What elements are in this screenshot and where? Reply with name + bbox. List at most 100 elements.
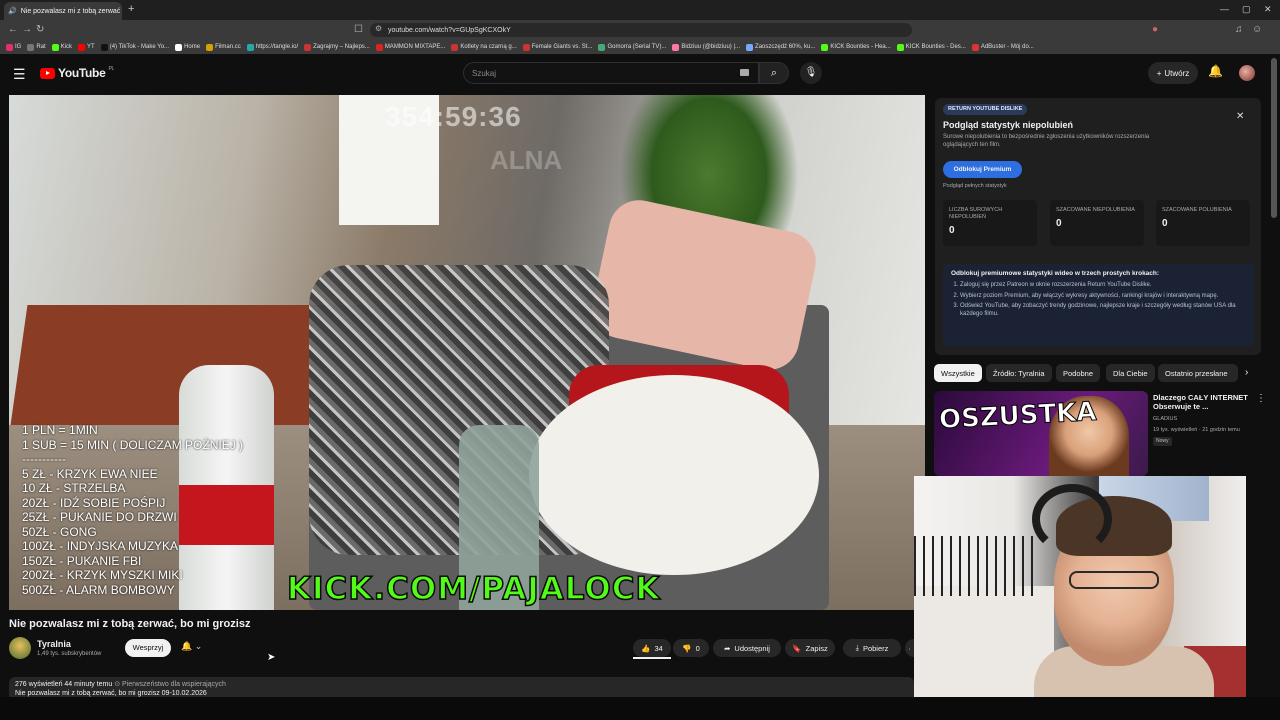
support-button[interactable]: Wesprzyj xyxy=(125,639,171,657)
recommended-channel[interactable]: GLADIUS xyxy=(1153,416,1177,422)
bell-icon: 🔔 xyxy=(181,641,193,651)
channel-name[interactable]: Tyralnia xyxy=(37,639,71,649)
share-label: Udostępnij xyxy=(734,643,770,653)
bookmark-item[interactable]: Zaoszczędź 60%, ku... xyxy=(746,43,815,51)
bookmark-label: Bidziuu (@bidziuu) |... xyxy=(681,44,741,50)
more-vert-icon[interactable]: ⋮ xyxy=(1256,393,1266,404)
browser-tab[interactable]: 🔊 Nie pozwalasz mi z tobą zerwać ✕ xyxy=(4,2,122,20)
bookmark-page-icon[interactable]: ☐ xyxy=(354,24,363,35)
bookmark-label: Kick xyxy=(60,44,73,50)
download-label: Pobierz xyxy=(862,643,889,653)
bookmark-item[interactable]: MAMMON MIXTAPE... xyxy=(375,43,445,51)
bookmark-item[interactable]: Kotlety na czarną g... xyxy=(451,43,517,51)
menu-icon[interactable]: ☰ xyxy=(13,66,26,83)
dislike-button[interactable]: 👎 0 xyxy=(673,639,709,657)
stat-label: LICZBA SUROWYCH NIEPOLUBIEŃ xyxy=(949,207,1003,220)
bookmark-item[interactable]: Bidziuu (@bidziuu) |... xyxy=(672,43,741,51)
chip-all[interactable]: Wszystkie xyxy=(934,364,982,382)
site-info-icon[interactable]: ⚙ xyxy=(375,24,382,33)
download-button[interactable]: ⤓ Pobierz xyxy=(843,639,901,657)
bookmark-item[interactable]: Female Giants vs. St... xyxy=(522,43,592,51)
donation-line: 50ZŁ - GONG xyxy=(22,524,97,539)
more-icon: · xyxy=(908,643,911,653)
bookmark-item[interactable]: KICK Bounties - Des... xyxy=(896,43,966,51)
search-button[interactable]: ⌕ xyxy=(759,62,789,84)
channel-avatar[interactable] xyxy=(9,637,31,659)
chip-for-you[interactable]: Dla Ciebie xyxy=(1106,364,1155,382)
more-actions-button[interactable]: · xyxy=(905,639,914,657)
search-input[interactable]: Szukaj xyxy=(463,62,759,84)
bookmark-label: (4) TikTok - Make Yo... xyxy=(109,44,170,50)
bookmark-item[interactable]: Kick xyxy=(51,43,73,51)
unlock-premium-button[interactable]: Odblokuj Premium xyxy=(943,161,1022,178)
new-tab-icon[interactable]: + xyxy=(128,3,134,15)
bookmark-favicon-icon xyxy=(175,43,183,51)
stat-label: SZACOWANE POLUBIENIA xyxy=(1162,207,1232,213)
profile-icon[interactable]: ☺ xyxy=(1252,24,1262,35)
keyboard-icon[interactable] xyxy=(740,69,749,76)
create-button[interactable]: + Utwórz xyxy=(1148,62,1198,84)
donation-line: 25ZŁ - PUKANIE DO DRZWI xyxy=(22,510,177,524)
bookmark-favicon-icon xyxy=(6,43,13,51)
bookmark-label: YT xyxy=(87,44,95,50)
recommended-title[interactable]: Dlaczego CAŁY INTERNET Obserwuje te ... xyxy=(1153,393,1253,411)
url-field[interactable]: ⚙ youtube.com/watch?v=GUpSgKCXOkY xyxy=(370,23,912,37)
youtube-logo[interactable]: YouTube PL xyxy=(40,66,114,80)
minimize-icon[interactable]: — xyxy=(1220,4,1229,14)
chip-source[interactable]: Źródło: Tyralnia xyxy=(986,364,1052,382)
bookmark-label: Gomorra (Serial TV)... xyxy=(607,44,667,50)
bookmark-favicon-icon xyxy=(304,43,312,51)
donation-line: 200ZŁ - KRZYK MYSZKI MIKI xyxy=(22,568,183,582)
close-window-icon[interactable]: ✕ xyxy=(1264,4,1272,15)
media-icon[interactable]: ♫ xyxy=(1235,24,1243,35)
voice-search-button[interactable]: 🎙 xyxy=(800,62,822,84)
chip-similar[interactable]: Podobne xyxy=(1056,364,1101,382)
extension-icon[interactable]: ● xyxy=(1152,24,1158,35)
save-label: Zapisz xyxy=(805,643,828,653)
save-button[interactable]: 🔖 Zapisz xyxy=(785,639,835,657)
chevron-right-icon[interactable]: › xyxy=(1245,367,1248,378)
bookmark-item[interactable]: Home xyxy=(175,43,200,51)
recommended-thumbnail[interactable]: OSZUSTKA xyxy=(934,391,1148,476)
reload-icon[interactable]: ↻ xyxy=(36,24,44,35)
ryd-steps-box: Odblokuj premiumowe statystyki wideo w t… xyxy=(943,264,1254,346)
bookmark-favicon-icon xyxy=(100,43,108,51)
video-scene-dog xyxy=(529,375,819,575)
bookmark-favicon-icon xyxy=(451,43,459,51)
user-avatar[interactable] xyxy=(1239,65,1255,81)
subscription-bell-button[interactable]: 🔔 ⌄ xyxy=(181,641,202,652)
back-icon[interactable]: ← xyxy=(8,24,18,35)
bookmark-favicon-icon xyxy=(206,43,214,51)
create-label: Utwórz xyxy=(1164,68,1190,78)
recommended-meta: 19 tys. wyświetleń · 21 godzin temu xyxy=(1153,427,1240,433)
bookmark-favicon-icon xyxy=(971,43,979,51)
bookmark-item[interactable]: Gomorra (Serial TV)... xyxy=(598,43,667,51)
notifications-icon[interactable]: 🔔 xyxy=(1208,64,1223,78)
close-icon[interactable]: ✕ xyxy=(1236,111,1244,122)
bookmark-item[interactable]: YT xyxy=(78,43,95,51)
bookmark-item[interactable]: Filman.cc xyxy=(206,43,241,51)
ryd-badge: RETURN YOUTUBE DISLIKE xyxy=(943,104,1028,115)
description-box[interactable]: 276 wyświetleń 44 minuty temu ⊙ Pierwsze… xyxy=(9,677,914,697)
bookmark-item[interactable]: AdBuster - Mój do... xyxy=(971,43,1034,51)
bookmark-item[interactable]: IG xyxy=(6,43,21,51)
bookmark-item[interactable]: (4) TikTok - Make Yo... xyxy=(100,43,170,51)
bookmark-item[interactable]: Zagrajmy – Najleps... xyxy=(304,43,370,51)
full-stats-link[interactable]: Podgląd pełnych statystyk xyxy=(943,183,1007,189)
youtube-play-icon xyxy=(40,67,55,79)
bookmark-item[interactable]: KICK Bounties - Hea... xyxy=(821,43,891,51)
forward-icon[interactable]: → xyxy=(22,24,32,35)
page-scrollbar[interactable] xyxy=(1271,58,1277,218)
youtube-logo-text: YouTube xyxy=(58,66,106,80)
like-button[interactable]: 👍 34 xyxy=(633,639,671,657)
like-count: 34 xyxy=(654,643,663,653)
share-button[interactable]: ➦ Udostępnij xyxy=(713,639,781,657)
maximize-icon[interactable]: ▢ xyxy=(1242,4,1251,15)
bookmark-item[interactable]: Rat xyxy=(27,43,46,51)
kick-banner-overlay: KICK.COM/PAJALOCK xyxy=(286,570,661,608)
bookmark-favicon-icon xyxy=(27,43,35,51)
bookmark-favicon-icon xyxy=(522,43,530,51)
chip-recent[interactable]: Ostatnio przesłane xyxy=(1158,364,1238,382)
chevron-down-icon: ⌄ xyxy=(194,641,203,651)
bookmark-item[interactable]: https://tangle.io/ xyxy=(246,43,298,51)
